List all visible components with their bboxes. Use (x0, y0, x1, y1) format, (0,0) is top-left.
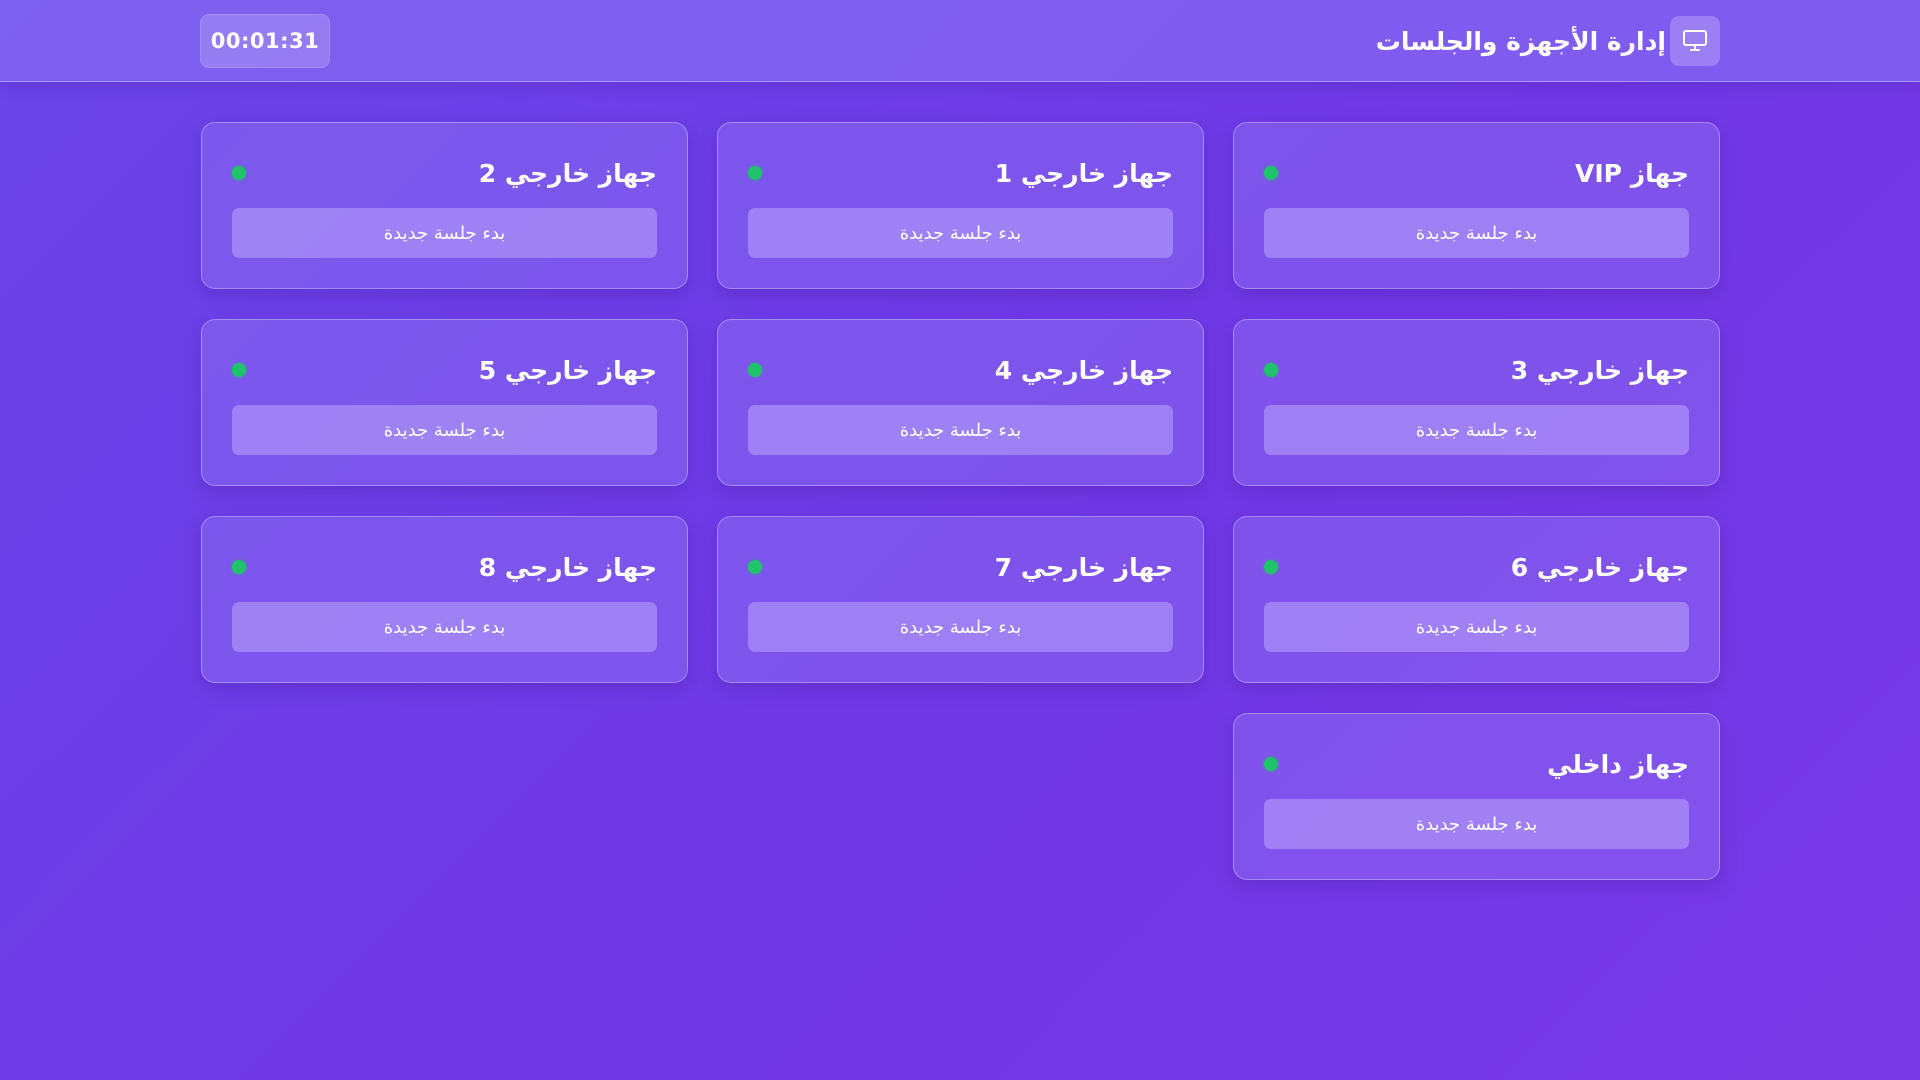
start-session-button[interactable]: بدء جلسة جديدة (232, 405, 657, 455)
status-online-indicator (232, 166, 246, 180)
device-card: جهاز خارجي 5 بدء جلسة جديدة (201, 319, 688, 486)
status-online-indicator (748, 560, 762, 574)
start-session-button[interactable]: بدء جلسة جديدة (1264, 799, 1689, 849)
device-name: جهاز خارجي 1 (994, 158, 1173, 188)
status-online-indicator (1264, 363, 1278, 377)
device-card: جهاز خارجي 2 بدء جلسة جديدة (201, 122, 688, 289)
page-title: إدارة الأجهزة والجلسات (1375, 26, 1666, 56)
device-name: جهاز VIP (1575, 158, 1689, 188)
device-card: جهاز خارجي 4 بدء جلسة جديدة (717, 319, 1204, 486)
start-session-button[interactable]: بدء جلسة جديدة (1264, 602, 1689, 652)
status-online-indicator (748, 166, 762, 180)
device-name: جهاز خارجي 5 (478, 355, 657, 385)
start-session-button[interactable]: بدء جلسة جديدة (1264, 208, 1689, 258)
device-name: جهاز خارجي 8 (478, 552, 657, 582)
device-name: جهاز خارجي 4 (994, 355, 1173, 385)
device-name: جهاز داخلي (1547, 749, 1689, 779)
start-session-button[interactable]: بدء جلسة جديدة (748, 208, 1173, 258)
start-session-button[interactable]: بدء جلسة جديدة (748, 602, 1173, 652)
device-card: جهاز داخلي بدء جلسة جديدة (1233, 713, 1720, 880)
status-online-indicator (1264, 757, 1278, 771)
device-name: جهاز خارجي 6 (1510, 552, 1689, 582)
device-card: جهاز VIP بدء جلسة جديدة (1233, 122, 1720, 289)
device-card: جهاز خارجي 3 بدء جلسة جديدة (1233, 319, 1720, 486)
device-card: جهاز خارجي 6 بدء جلسة جديدة (1233, 516, 1720, 683)
status-online-indicator (1264, 166, 1278, 180)
start-session-button[interactable]: بدء جلسة جديدة (232, 602, 657, 652)
status-online-indicator (748, 363, 762, 377)
status-online-indicator (232, 560, 246, 574)
app-brand: إدارة الأجهزة والجلسات (1376, 16, 1720, 66)
device-grid: جهاز VIP بدء جلسة جديدة جهاز خارجي 1 بدء… (200, 122, 1720, 880)
start-session-button[interactable]: بدء جلسة جديدة (1264, 405, 1689, 455)
device-card: جهاز خارجي 8 بدء جلسة جديدة (201, 516, 688, 683)
device-name: جهاز خارجي 3 (1510, 355, 1689, 385)
start-session-button[interactable]: بدء جلسة جديدة (232, 208, 657, 258)
status-online-indicator (1264, 560, 1278, 574)
device-name: جهاز خارجي 7 (994, 552, 1173, 582)
device-card: جهاز خارجي 1 بدء جلسة جديدة (717, 122, 1204, 289)
session-timer: 00:01:31 (200, 14, 330, 68)
device-name: جهاز خارجي 2 (478, 158, 657, 188)
status-online-indicator (232, 363, 246, 377)
device-card: جهاز خارجي 7 بدء جلسة جديدة (717, 516, 1204, 683)
app-header: 00:01:31 إدارة الأجهزة والجلسات (0, 0, 1920, 82)
monitor-icon (1670, 16, 1720, 66)
start-session-button[interactable]: بدء جلسة جديدة (748, 405, 1173, 455)
